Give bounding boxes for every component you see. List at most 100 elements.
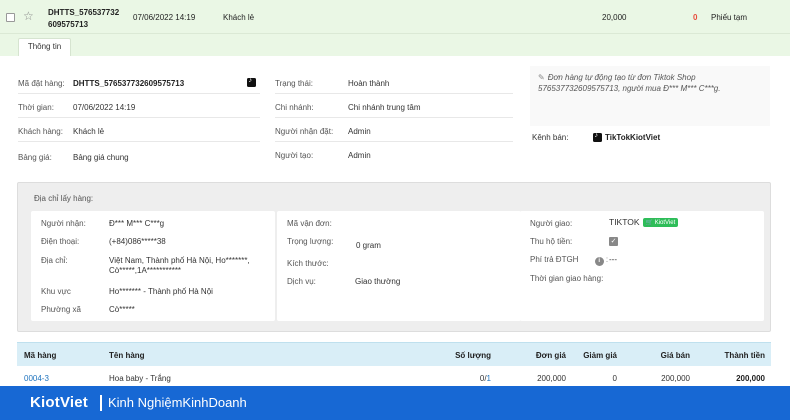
creator-label: Người tạo: — [275, 151, 314, 160]
product-discount: 0 — [612, 374, 617, 383]
time-label: Thời gian: — [18, 103, 54, 112]
kiotviet-logo: KiotViet — [30, 394, 88, 411]
summary-order-code: DHTTS_576537732 609575713 — [48, 7, 119, 31]
product-price: 200,000 — [661, 374, 690, 383]
info-icon[interactable]: i — [594, 257, 604, 266]
summary-code-line2: 609575713 — [48, 20, 89, 29]
footer-tagline: Kinh NghiệmKinhDoanh — [108, 395, 247, 410]
summary-paid: 0 — [693, 13, 698, 22]
star-icon[interactable]: ☆ — [23, 10, 34, 22]
field-order-code: Mã đặt hàng: DHTTS_576537732609575713 — [18, 72, 260, 94]
address-label: Địa chỉ: — [41, 256, 68, 265]
product-name: Hoa baby - Trắng — [109, 374, 171, 383]
detail-tabs: Thông tin — [0, 34, 790, 56]
field-status: Trạng thái: Hoàn thành — [275, 72, 513, 94]
table-header: Mã hàng Tên hàng Số lượng Đơn giá Giảm g… — [17, 342, 771, 366]
receiver-label: Người nhận đặt: — [275, 127, 334, 136]
service-label: Dịch vụ: — [287, 277, 316, 286]
header-code: Mã hàng — [24, 351, 57, 360]
branch-value: Chi nhánh trung tâm — [348, 103, 421, 112]
status-label: Trạng thái: — [275, 79, 313, 88]
branch-label: Chi nhánh: — [275, 103, 314, 112]
address-value: Việt Nam, Thành phố Hà Nội, Ho*******, C… — [109, 256, 250, 276]
order-code-label: Mã đặt hàng: — [18, 79, 65, 88]
summary-payment-type: Phiếu tạm — [711, 13, 748, 22]
field-customer: Khách hàng: Khách lẻ — [18, 120, 260, 142]
product-unit-price: 200,000 — [537, 374, 566, 383]
order-note[interactable]: ✎ Đơn hàng tự động tạo từ đơn Tiktok Shop… — [530, 66, 770, 126]
channel-name: TikTokKiotViet — [605, 133, 661, 142]
creator-value: Admin — [348, 151, 371, 160]
header-amount: Thành tiền — [724, 351, 765, 360]
receiver-value: Admin — [348, 127, 371, 136]
fee-label-wrap: Phí trả ĐTGH i : — [530, 255, 609, 266]
brand-footer: KiotViet Kinh NghiệmKinhDoanh — [0, 386, 790, 420]
address-line2: Cò*****,1A*********** — [109, 266, 182, 275]
qty-total: 1 — [486, 374, 491, 383]
product-amount: 200,000 — [736, 374, 765, 383]
header-unit-price: Đơn giá — [535, 351, 566, 360]
order-code-value: DHTTS_576537732609575713 — [73, 79, 185, 88]
ward-label: Phường xã — [41, 305, 81, 314]
tiktok-icon — [247, 77, 256, 87]
weight-value: 0 gram — [356, 241, 381, 250]
carrier-label: Người giao: — [530, 219, 573, 228]
customer-value[interactable]: Khách lẻ — [73, 127, 104, 136]
recipient-label: Người nhận: — [41, 219, 86, 228]
shipping-carrier-card: Người giao: TIKTOK 🛒 KiotViet Thu hộ tiền… — [520, 211, 764, 321]
delivery-time-label: Thời gian giao hàng: — [530, 274, 604, 283]
weight-label: Trọng lượng: — [287, 237, 334, 246]
field-branch: Chi nhánh: Chi nhánh trung tâm — [275, 96, 513, 118]
note-line2: 576537732609575713, người mua Đ*** M*** … — [538, 84, 721, 93]
shipping-package-card: Mã vận đơn: Trọng lượng: 0 gram Kích thư… — [277, 211, 521, 321]
pencil-icon: ✎ — [538, 73, 545, 82]
channel-value: TikTokKiotViet — [593, 132, 661, 142]
shipping-title: Địa chỉ lấy hàng: — [34, 194, 94, 203]
summary-code-line1: DHTTS_576537732 — [48, 8, 120, 17]
tracking-label: Mã vận đơn: — [287, 219, 332, 228]
cod-label: Thu hộ tiền: — [530, 237, 573, 246]
summary-time: 07/06/2022 14:19 — [133, 13, 196, 22]
tiktok-icon — [593, 132, 602, 142]
price-list-value: Bảng giá chung — [73, 153, 129, 162]
field-time: Thời gian: 07/06/2022 14:19 — [18, 96, 260, 118]
product-qty: 0/1 — [480, 374, 491, 383]
product-code-link[interactable]: 0004-3 — [24, 374, 49, 383]
note-line1: Đơn hàng tự động tạo từ đơn Tiktok Shop — [547, 73, 696, 82]
order-detail-panel: Mã đặt hàng: DHTTS_576537732609575713 Th… — [0, 56, 790, 386]
customer-label: Khách hàng: — [18, 127, 63, 136]
time-value: 07/06/2022 14:19 — [73, 103, 136, 112]
header-name: Tên hàng — [109, 351, 145, 360]
carrier-value: TIKTOK 🛒 KiotViet — [609, 217, 679, 227]
field-receiver: Người nhận đặt: Admin — [275, 120, 513, 142]
carrier-badge-text: KiotViet — [654, 220, 676, 226]
tab-info[interactable]: Thông tin — [18, 38, 71, 56]
shipping-recipient-card: Người nhận: Đ*** M*** C***g Điện thoại: … — [31, 211, 275, 321]
field-creator: Người tạo: Admin — [275, 144, 513, 166]
channel-label: Kênh bán: — [532, 133, 569, 142]
phone-value: (+84)086*****38 — [109, 237, 166, 246]
row-checkbox[interactable] — [6, 13, 15, 22]
summary-customer: Khách lẻ — [223, 13, 255, 22]
address-line1: Việt Nam, Thành phố Hà Nội, Ho*******, — [109, 256, 250, 265]
area-label: Khu vực — [41, 287, 71, 296]
order-summary-row[interactable]: ☆ DHTTS_576537732 609575713 07/06/2022 1… — [0, 0, 790, 34]
summary-total: 20,000 — [602, 13, 627, 22]
header-qty: Số lượng — [455, 351, 491, 360]
area-value: Ho******* - Thành phố Hà Nội — [109, 287, 213, 296]
kiotviet-badge: 🛒 KiotViet — [642, 218, 679, 227]
service-value: Giao thường — [355, 277, 401, 286]
fee-label: Phí trả ĐTGH — [530, 255, 579, 264]
header-price: Giá bán — [660, 351, 690, 360]
size-label: Kích thước: — [287, 259, 329, 268]
footer-divider — [100, 395, 102, 411]
price-list-label: Bảng giá: — [18, 153, 52, 162]
header-discount: Giảm giá — [583, 351, 617, 360]
shipping-panel: Địa chỉ lấy hàng: Người nhận: Đ*** M*** … — [17, 182, 771, 332]
fee-value: --- — [609, 255, 617, 264]
field-price-list: Bảng giá: Bảng giá chung — [18, 146, 260, 168]
recipient-value: Đ*** M*** C***g — [109, 219, 165, 228]
phone-label: Điện thoại: — [41, 237, 80, 246]
ward-value: Cò***** — [109, 305, 135, 314]
cod-checkbox[interactable]: ✓ — [609, 237, 618, 246]
